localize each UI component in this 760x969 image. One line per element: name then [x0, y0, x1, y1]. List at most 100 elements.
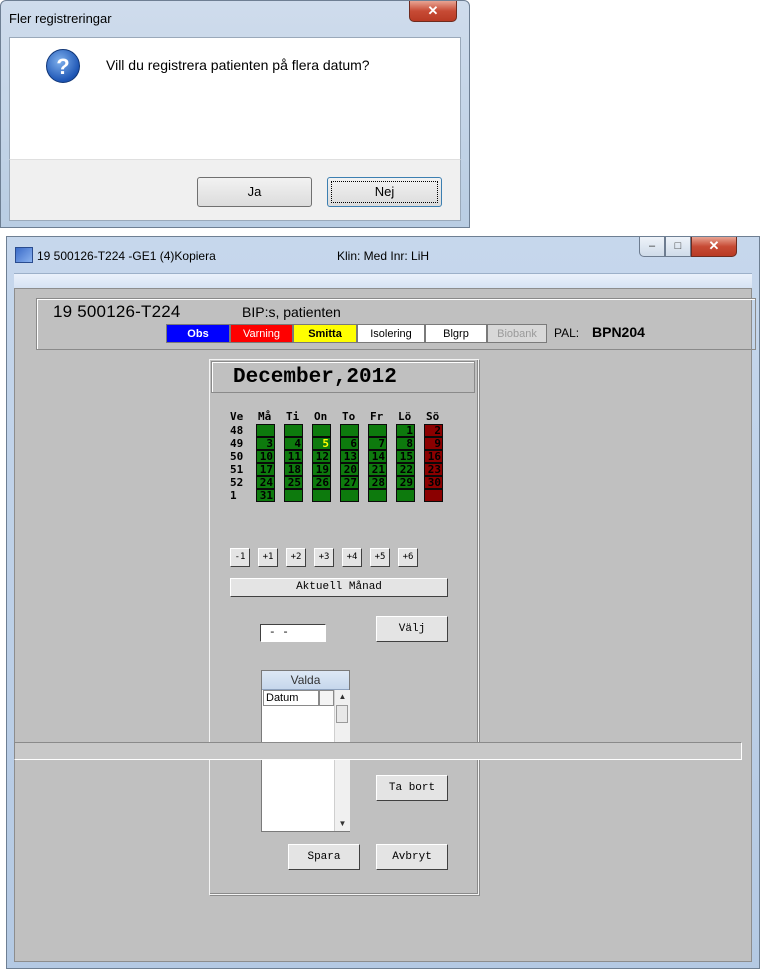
day-cell[interactable]: 2 [424, 424, 443, 437]
day-cell[interactable]: 8 [396, 437, 415, 450]
day-cell[interactable]: 15 [396, 450, 415, 463]
no-button[interactable]: Nej [327, 177, 442, 207]
select-button[interactable]: Välj [376, 616, 448, 642]
weekday-header: To [342, 410, 356, 423]
day-cell[interactable]: 5 [312, 437, 331, 450]
window-close-button[interactable]: ✕ [691, 237, 737, 257]
day-cell[interactable]: 31 [256, 489, 275, 502]
client-area: 19 500126-T224 BIP:s, patienten Obs Varn… [14, 288, 756, 962]
weekday-header: Må [258, 410, 272, 423]
current-month-button[interactable]: Aktuell Månad [230, 578, 448, 597]
nav-plus-6-button[interactable]: +6 [398, 548, 418, 567]
yes-label: Ja [247, 184, 262, 199]
day-cell[interactable]: 9 [424, 437, 443, 450]
day-cell[interactable]: 25 [284, 476, 303, 489]
minimize-button[interactable]: – [639, 237, 665, 257]
scroll-up-icon[interactable]: ▲ [335, 690, 350, 704]
day-cell[interactable]: 14 [368, 450, 387, 463]
nav-minus-1-button[interactable]: -1 [230, 548, 250, 567]
week-number: 49 [230, 437, 244, 450]
day-cell[interactable]: 28 [368, 476, 387, 489]
day-cell[interactable]: 27 [340, 476, 359, 489]
nav-plus-4-button[interactable]: +4 [342, 548, 362, 567]
day-cell[interactable]: 18 [284, 463, 303, 476]
patient-name: BIP:s, patienten [242, 304, 341, 320]
day-cell[interactable] [340, 424, 359, 437]
list-scrollbar[interactable]: ▲ ▼ [334, 690, 350, 831]
pal-value: BPN204 [592, 324, 645, 340]
no-label: Nej [331, 181, 438, 203]
day-cell[interactable]: 4 [284, 437, 303, 450]
date-column-header: Datum [263, 690, 319, 706]
cancel-button[interactable]: Avbryt [376, 844, 448, 870]
weekday-header: Ti [286, 410, 300, 423]
day-cell[interactable] [256, 424, 275, 437]
day-cell[interactable]: 26 [312, 476, 331, 489]
flag-varning[interactable]: Varning [230, 324, 293, 343]
day-cell[interactable]: 24 [256, 476, 275, 489]
day-cell[interactable]: 17 [256, 463, 275, 476]
day-cell[interactable] [368, 424, 387, 437]
week-number: 50 [230, 450, 244, 463]
nav-plus-2-button[interactable]: +2 [286, 548, 306, 567]
day-cell[interactable] [396, 489, 415, 502]
day-cell[interactable]: 22 [396, 463, 415, 476]
day-cell[interactable] [312, 424, 331, 437]
nav-plus-5-button[interactable]: +5 [370, 548, 390, 567]
dialog-title: Fler registreringar [9, 11, 112, 26]
day-cell[interactable]: 13 [340, 450, 359, 463]
flag-smitta[interactable]: Smitta [293, 324, 357, 343]
calendar-panel: December,2012 Ve Må Ti On To Fr Lö Sö 48 1 2 49 3 4 5 6… [209, 359, 479, 895]
day-cell[interactable]: 20 [340, 463, 359, 476]
day-cell[interactable]: 23 [424, 463, 443, 476]
flag-obs[interactable]: Obs [166, 324, 230, 343]
day-cell[interactable]: 11 [284, 450, 303, 463]
day-cell[interactable] [340, 489, 359, 502]
nav-plus-1-button[interactable]: +1 [258, 548, 278, 567]
day-cell[interactable]: 19 [312, 463, 331, 476]
day-cell[interactable]: 21 [368, 463, 387, 476]
scroll-thumb[interactable] [336, 705, 348, 723]
question-icon: ? [46, 49, 80, 83]
day-cell[interactable] [284, 489, 303, 502]
week-number: 1 [230, 489, 237, 502]
confirm-dialog: Fler registreringar ✕ ? Vill du registre… [0, 0, 470, 228]
day-cell[interactable]: 29 [396, 476, 415, 489]
day-cell[interactable] [284, 424, 303, 437]
day-cell[interactable]: 10 [256, 450, 275, 463]
nav-plus-3-button[interactable]: +3 [314, 548, 334, 567]
status-bar [14, 742, 742, 760]
weekday-header: Sö [426, 410, 440, 423]
pal-label: PAL: [554, 326, 580, 340]
flag-blgrp[interactable]: Blgrp [425, 324, 487, 343]
week-number: 48 [230, 424, 244, 437]
dialog-close-button[interactable]: ✕ [409, 1, 457, 22]
dialog-message: Vill du registrera patienten på flera da… [106, 57, 370, 73]
day-cell[interactable]: 12 [312, 450, 331, 463]
day-cell[interactable] [424, 489, 443, 502]
day-cell[interactable] [368, 489, 387, 502]
month-title: December,2012 [211, 361, 475, 393]
main-window: 19 500126-T224 -GE1 (4)Kopiera Klin: Med… [6, 236, 760, 969]
day-cell[interactable]: 6 [340, 437, 359, 450]
flag-isolering[interactable]: Isolering [357, 324, 425, 343]
patient-id: 19 500126-T224 [53, 302, 181, 321]
column-header-blank [319, 690, 334, 706]
day-cell[interactable]: 3 [256, 437, 275, 450]
day-cell[interactable]: 7 [368, 437, 387, 450]
save-button[interactable]: Spara [288, 844, 360, 870]
week-number: 51 [230, 463, 244, 476]
day-cell[interactable]: 16 [424, 450, 443, 463]
weekday-header: Lö [398, 410, 412, 423]
selected-dates-header: Valda [262, 671, 349, 690]
remove-button[interactable]: Ta bort [376, 775, 448, 801]
day-cell[interactable]: 30 [424, 476, 443, 489]
day-cell[interactable] [312, 489, 331, 502]
maximize-button[interactable]: □ [665, 237, 691, 257]
date-input[interactable]: - - [260, 624, 326, 642]
scroll-down-icon[interactable]: ▼ [335, 817, 350, 831]
weekday-header: Fr [370, 410, 384, 423]
menu-strip [14, 273, 752, 288]
yes-button[interactable]: Ja [197, 177, 312, 207]
day-cell[interactable]: 1 [396, 424, 415, 437]
